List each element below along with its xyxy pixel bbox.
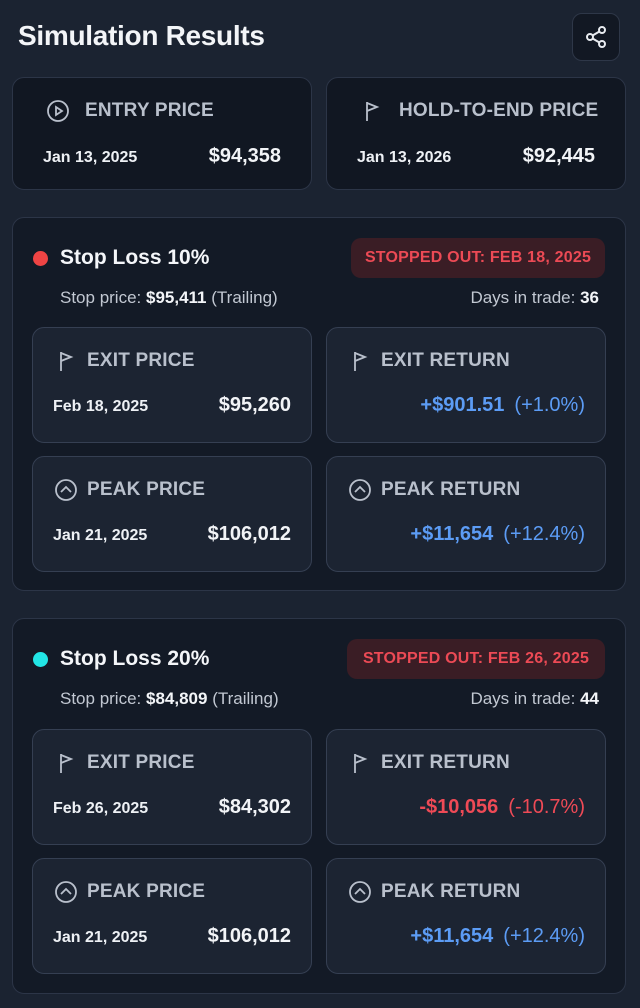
flag-icon (347, 348, 373, 374)
peak-date: Jan 21, 2025 (53, 929, 148, 946)
hold-value: $92,445 (522, 145, 595, 167)
strategy-panel: Stop Loss 10% STOPPED OUT: FEB 18, 2025 … (12, 217, 626, 591)
exit-price-label: EXIT PRICE (87, 752, 195, 773)
peak-return-value: +$11,654 (+12.4%) (410, 925, 585, 947)
peak-price-card: PEAK PRICE Jan 21, 2025 $106,012 (32, 858, 312, 974)
exit-return-card: EXIT RETURN -$10,056 (-10.7%) (326, 729, 606, 845)
exit-price-card: EXIT PRICE Feb 26, 2025 $84,302 (32, 729, 312, 845)
days-in-trade: Days in trade: 36 (470, 288, 599, 307)
status-badge: STOPPED OUT: FEB 26, 2025 (347, 639, 605, 679)
header: Simulation Results (18, 13, 622, 61)
exit-return-value: +$901.51 (+1.0%) (420, 394, 585, 416)
flag-icon (359, 98, 385, 124)
exit-price-card: EXIT PRICE Feb 18, 2025 $95,260 (32, 327, 312, 443)
strategy-title: Stop Loss 10% (60, 246, 210, 269)
peak-return-card: PEAK RETURN +$11,654 (+12.4%) (326, 456, 606, 572)
peak-price-card: PEAK PRICE Jan 21, 2025 $106,012 (32, 456, 312, 572)
entry-value: $94,358 (208, 145, 281, 167)
exit-return-card: EXIT RETURN +$901.51 (+1.0%) (326, 327, 606, 443)
strategy-panel: Stop Loss 20% STOPPED OUT: FEB 26, 2025 … (12, 618, 626, 994)
chevron-up-circle-icon (53, 879, 79, 905)
exit-price-label: EXIT PRICE (87, 350, 195, 371)
stop-price: Stop price: $84,809 (Trailing) (60, 689, 279, 708)
hold-date: Jan 13, 2026 (357, 149, 452, 166)
entry-date: Jan 13, 2025 (43, 149, 138, 166)
chevron-up-circle-icon (347, 477, 373, 503)
exit-date: Feb 26, 2025 (53, 800, 149, 817)
status-dot (33, 652, 48, 667)
exit-date: Feb 18, 2025 (53, 398, 149, 415)
peak-return-label: PEAK RETURN (381, 479, 521, 500)
status-badge: STOPPED OUT: FEB 18, 2025 (351, 238, 605, 278)
peak-return-card: PEAK RETURN +$11,654 (+12.4%) (326, 858, 606, 974)
exit-return-label: EXIT RETURN (381, 350, 510, 371)
peak-return-value: +$11,654 (+12.4%) (410, 523, 585, 545)
peak-return-label: PEAK RETURN (381, 881, 521, 902)
days-in-trade: Days in trade: 44 (470, 689, 599, 708)
exit-value: $95,260 (218, 394, 291, 416)
chevron-up-circle-icon (347, 879, 373, 905)
page-title: Simulation Results (18, 20, 265, 51)
exit-return-value: -$10,056 (-10.7%) (419, 796, 585, 818)
exit-value: $84,302 (218, 796, 291, 818)
peak-date: Jan 21, 2025 (53, 527, 148, 544)
chevron-up-circle-icon (53, 477, 79, 503)
peak-value: $106,012 (207, 925, 291, 947)
exit-return-label: EXIT RETURN (381, 752, 510, 773)
peak-price-label: PEAK PRICE (87, 881, 206, 902)
flag-icon (53, 750, 79, 776)
strategy-title: Stop Loss 20% (60, 647, 210, 670)
entry-price-card: ENTRY PRICE Jan 13, 2025 $94,358 (12, 77, 312, 190)
share-icon (584, 25, 608, 49)
entry-price-label: ENTRY PRICE (85, 100, 214, 121)
flag-icon (347, 750, 373, 776)
stop-price: Stop price: $95,411 (Trailing) (60, 288, 278, 307)
peak-value: $106,012 (207, 523, 291, 545)
hold-to-end-price-card: HOLD-TO-END PRICE Jan 13, 2026 $92,445 (326, 77, 626, 190)
share-button[interactable] (572, 13, 620, 61)
play-circle-icon (45, 98, 71, 124)
status-dot (33, 251, 48, 266)
hold-price-label: HOLD-TO-END PRICE (399, 100, 599, 121)
flag-icon (53, 348, 79, 374)
peak-price-label: PEAK PRICE (87, 479, 206, 500)
